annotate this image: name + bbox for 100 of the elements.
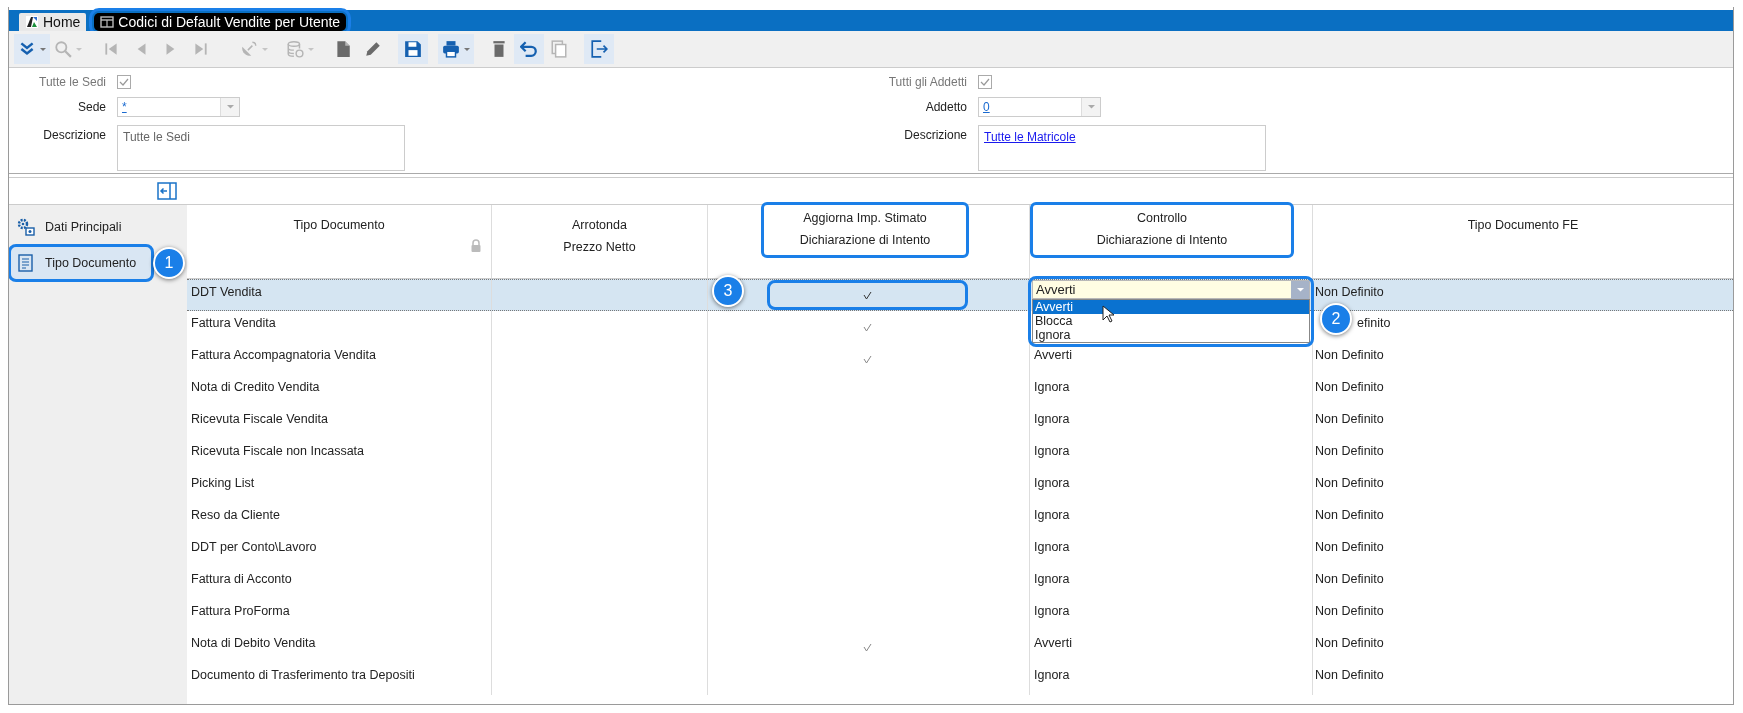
table-cell: Ignora [1034,412,1070,426]
table-icon [100,15,115,29]
table-row[interactable]: Ricevuta Fiscale Vendita Ignora Non Definito [187,407,1733,439]
callout-badge: 1 [153,247,185,279]
list-document-icon [17,254,35,272]
column-header[interactable]: Tipo Documento FE [1464,211,1582,239]
column-header[interactable]: Aggiorna Imp. Stimato Dichiarazione di Intento [761,202,969,258]
toolbar-button[interactable] [514,34,544,64]
table-cell: efinito [1357,316,1391,330]
search-icon [54,40,72,58]
table-cell: Ricevuta Fiscale Vendita [191,412,328,426]
caret-icon [1087,105,1095,109]
table-cell: Fattura di Acconto [191,572,292,586]
dropdown-option[interactable]: Avverti [1033,300,1309,314]
table-cell: Ricevuta Fiscale non Incassata [191,444,364,458]
pencil-icon [364,40,382,58]
field-label: Sede [76,99,106,116]
mouse-cursor-icon [1102,305,1116,324]
table-cell: Ignora [1034,476,1070,490]
toolbar-button[interactable] [398,34,428,64]
table-cell: Picking List [191,476,255,490]
table-cell: Ignora [1034,572,1070,586]
table-cell: Fattura Accompagnatoria Vendita [191,348,376,362]
trash-icon [490,40,508,58]
first-record-icon [102,40,120,58]
dropdown-option[interactable]: Blocca [1033,314,1309,328]
undo-icon [520,40,538,58]
table-cell: Avverti [1034,348,1072,362]
expand-icon [18,40,36,58]
table-cell: Non Definito [1315,540,1384,554]
table-cell: Fattura ProForma [191,604,290,618]
column-header[interactable]: Tipo Documento [290,211,388,239]
combo-field[interactable]: * [117,97,240,117]
last-record-icon [192,40,210,58]
callout-badge: 2 [1320,303,1352,335]
field-label: Addetto [924,99,967,116]
toolbar-button[interactable] [438,34,474,64]
save-icon [404,40,422,58]
gears-icon [17,218,35,236]
tab[interactable]: Home [19,13,87,31]
table-cell: Non Definito [1315,604,1384,618]
caret-icon [40,47,46,51]
caret-icon [308,47,314,51]
table-row[interactable]: Ricevuta Fiscale non Incassata Ignora Non Definito [187,439,1733,471]
table-cell: DDT Vendita [191,285,262,299]
field-label: Descrizione [42,127,106,144]
table-cell: Reso da Cliente [191,508,280,522]
exit-icon [590,40,608,58]
callout-badge: 3 [712,275,744,307]
print-icon [442,40,460,58]
table-cell: Non Definito [1315,572,1384,586]
table-row[interactable]: Picking List Ignora Non Definito [187,471,1733,503]
table-row[interactable]: Documento di Trasferimento tra Depositi Ignora Non Definito [187,663,1733,695]
dropdown-option[interactable]: Ignora [1033,328,1309,342]
combo-field[interactable]: 0 [978,97,1101,117]
table-row[interactable]: Nota di Debito Vendita Avverti Non Definito [187,631,1733,663]
dropdown-field[interactable]: Avverti [1032,280,1310,299]
table-row[interactable]: Fattura Accompagnatoria Vendita Avverti Non Definito [187,343,1733,375]
database-icon [286,40,304,58]
table-cell: Avverti [1034,636,1072,650]
toolbar-button[interactable] [584,34,614,64]
table-cell: Ignora [1034,380,1070,394]
copy-icon [550,40,568,58]
table-row[interactable]: DDT per Conto\Lavoro Ignora Non Definito [187,535,1733,567]
table-cell: Ignora [1034,668,1070,682]
table-row[interactable]: Nota di Credito Vendita Ignora Non Definito [187,375,1733,407]
table-cell: Non Definito [1315,476,1384,490]
field-label: Tutte le Sedi [38,74,106,91]
table-row[interactable]: Fattura di Acconto Ignora Non Definito [187,567,1733,599]
sidebar-item[interactable]: Dati Principali [11,211,151,243]
column-header[interactable]: Controllo Dichiarazione di Intento [1030,202,1294,258]
table-cell: Nota di Debito Vendita [191,636,316,650]
table-cell: Ignora [1034,540,1070,554]
table-cell: Ignora [1034,444,1070,458]
description-field[interactable]: Tutte le Sedi [117,125,405,171]
table-cell: Non Definito [1315,636,1384,650]
checkbox[interactable] [117,75,131,89]
field-label: Tutti gli Addetti [887,74,967,91]
table-row[interactable]: Fattura ProForma Ignora Non Definito [187,599,1733,631]
checkbox[interactable] [978,75,992,89]
app-logo-icon [25,15,39,29]
table-cell: Non Definito [1315,508,1384,522]
table-cell: Documento di Trasferimento tra Depositi [191,668,415,682]
table-cell: Non Definito [1315,380,1384,394]
satellite-dish-icon [240,40,258,58]
toolbar-button[interactable] [14,34,50,64]
table-row[interactable]: Reso da Cliente Ignora Non Definito [187,503,1733,535]
table-cell: Ignora [1034,604,1070,618]
table-cell: Non Definito [1315,412,1384,426]
table-cell: Nota di Credito Vendita [191,380,320,394]
check-icon [979,76,991,88]
table-cell: Non Definito [1315,285,1384,299]
description-field[interactable]: Tutte le Matricole [978,125,1266,171]
table-cell: Non Definito [1315,444,1384,458]
table-cell: Fattura Vendita [191,316,276,330]
check-icon [118,76,130,88]
column-header[interactable]: Arrotonda Prezzo Netto [560,211,639,261]
collapse-panel-icon[interactable] [157,182,177,200]
caret-icon [1296,287,1304,292]
new-document-icon [334,40,352,58]
